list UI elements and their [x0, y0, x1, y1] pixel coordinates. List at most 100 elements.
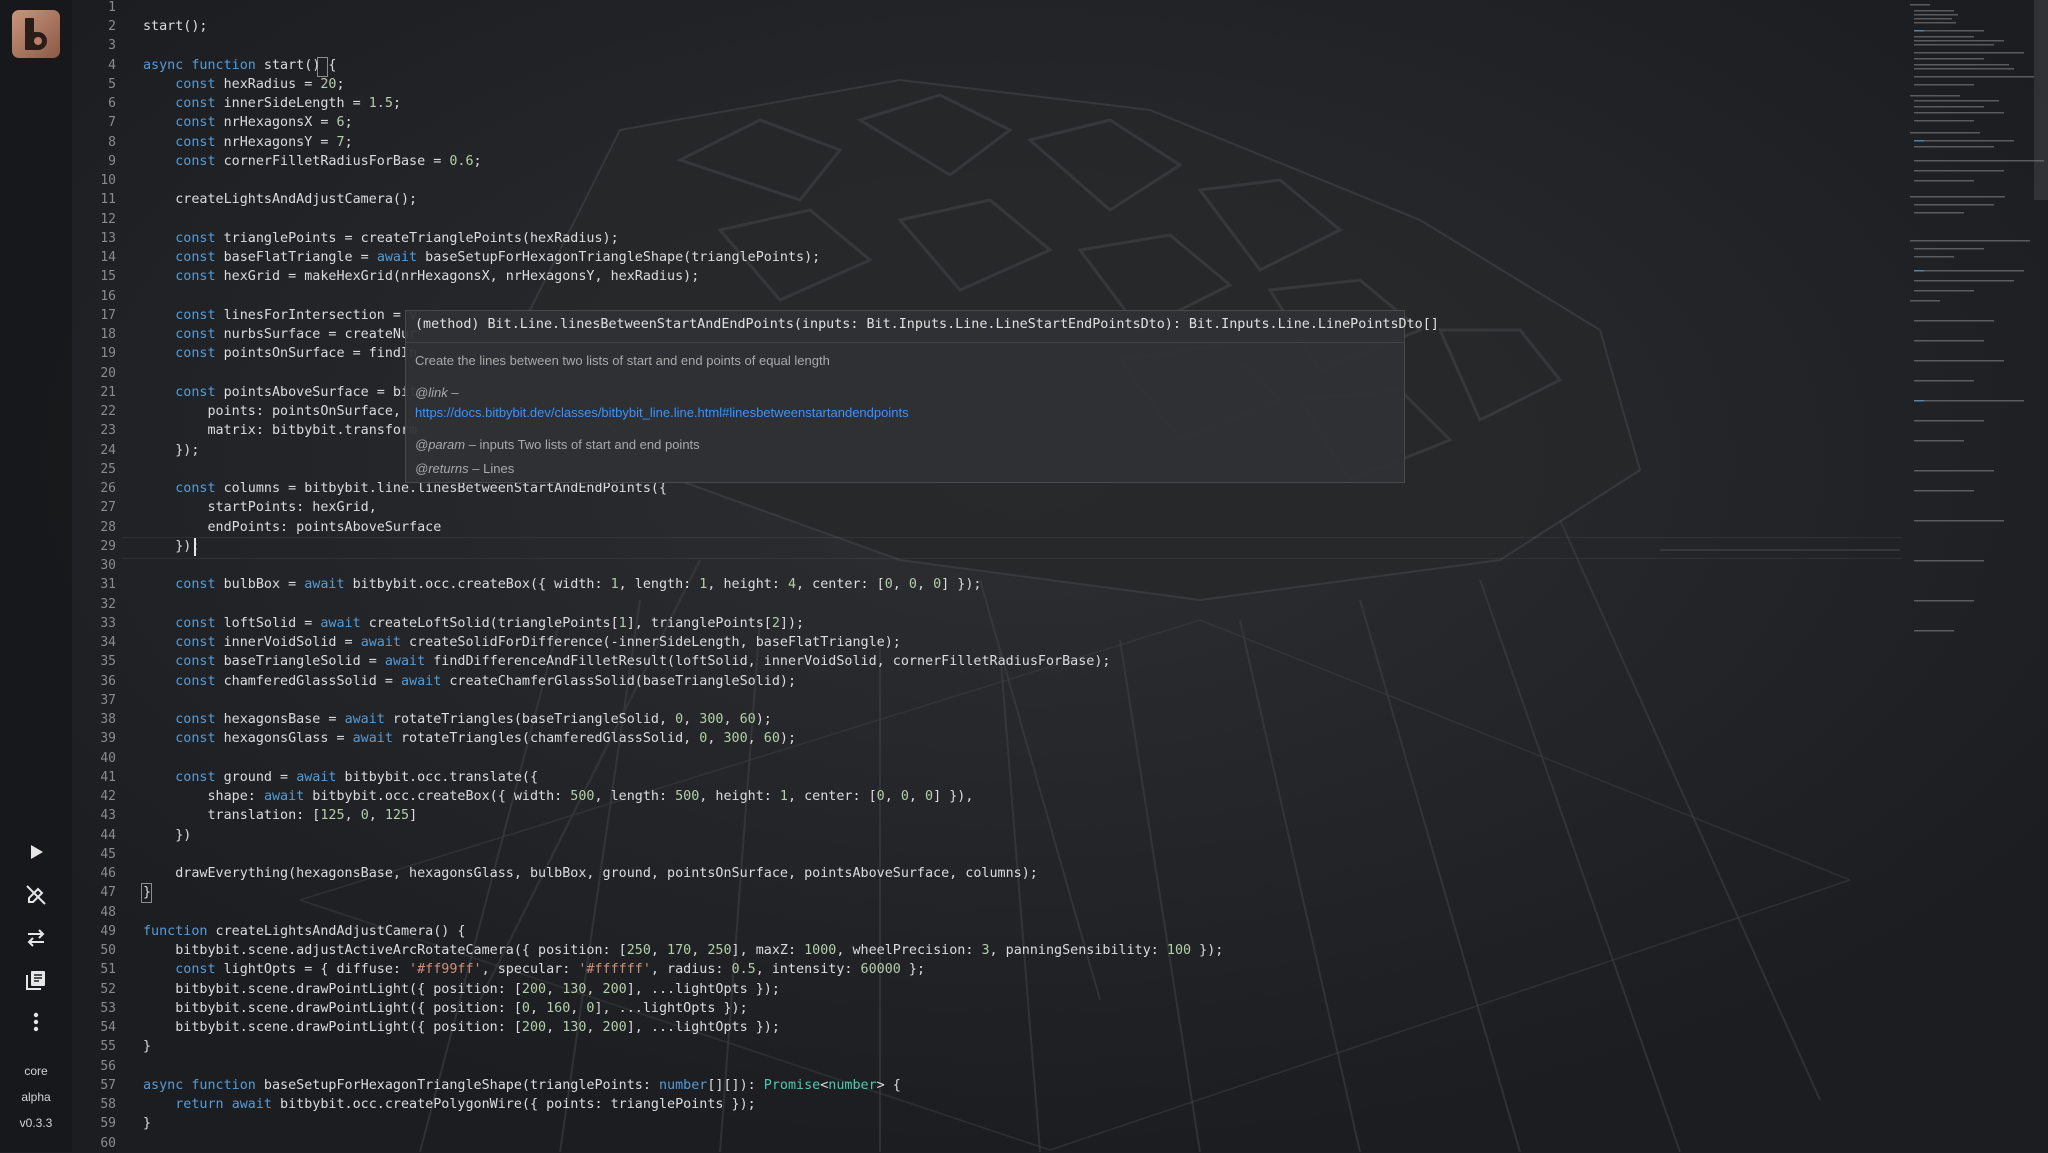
code-line[interactable]: const hexRadius = 20; [143, 75, 344, 94]
code-token: await [304, 577, 345, 593]
code-line[interactable]: bitbybit.scene.adjustActiveArcRotateCame… [143, 941, 1223, 960]
code-line[interactable]: }); [143, 537, 199, 556]
code-token: }); [143, 538, 200, 554]
swap-button[interactable] [18, 920, 54, 956]
bitbybit-logo[interactable] [12, 10, 60, 58]
code-token: const [175, 153, 216, 169]
code-line[interactable]: const baseTriangleSolid = await findDiff… [143, 652, 1110, 671]
code-token: , height: [707, 577, 788, 593]
code-line[interactable]: translation: [125, 0, 125] [143, 806, 417, 825]
code-line[interactable]: const nrHexagonsX = 6; [143, 113, 352, 132]
disable-button[interactable] [18, 877, 54, 913]
run-button[interactable] [18, 834, 54, 870]
code-line[interactable]: } [143, 883, 151, 902]
code-token: ], trianglePoints[ [626, 615, 772, 631]
line-number: 34 [100, 635, 116, 651]
code-token: , [683, 712, 700, 728]
code-token: } [143, 885, 152, 901]
more-button[interactable] [18, 1004, 54, 1040]
code-token: 1 [610, 577, 619, 593]
code-line[interactable]: points: pointsOnSurface, [143, 402, 401, 421]
code-line[interactable]: start(); [143, 17, 208, 36]
code-token: 0 [521, 1000, 530, 1016]
code-line[interactable]: const loftSolid = await createLoftSolid(… [143, 614, 804, 633]
line-number: 53 [100, 1000, 116, 1016]
code-line[interactable]: shape: await bitbybit.occ.createBox({ wi… [143, 787, 973, 806]
code-line[interactable]: } [143, 1037, 151, 1056]
code-line[interactable]: const bulbBox = await bitbybit.occ.creat… [143, 575, 981, 594]
code-line[interactable]: const baseFlatTriangle = await baseSetup… [143, 248, 820, 267]
link-tag: @link [415, 385, 448, 400]
code-token: createLightsAndAdjustCamera(); [143, 192, 418, 208]
code-token: trianglePoints = createTrianglePoints(he… [215, 230, 619, 246]
minimap-slider[interactable] [2034, 0, 2048, 200]
code-line[interactable]: const innerSideLength = 1.5; [143, 94, 401, 113]
code-token: const [175, 962, 216, 978]
code-line[interactable]: const cornerFilletRadiusForBase = 0.6; [143, 152, 481, 171]
code-line[interactable]: drawEverything(hexagonsBase, hexagonsGla… [143, 864, 1038, 883]
code-token: ); [779, 731, 797, 747]
code-token: > { [876, 1077, 901, 1093]
code-line[interactable]: }); [143, 441, 199, 460]
code-line[interactable]: } [143, 1114, 151, 1133]
code-line[interactable]: const linesForIntersection = v [143, 306, 417, 325]
code-token: bitbybit.scene.drawPointLight({ position… [143, 981, 522, 997]
code-token: 2 [771, 615, 780, 631]
code-line[interactable]: const pointsAboveSurface = bit [143, 383, 417, 402]
line-number: 27 [100, 500, 116, 516]
method-description: Create the lines between two lists of st… [415, 353, 830, 368]
code-token: 6 [336, 115, 345, 131]
code-line[interactable]: const trianglePoints = createTrianglePoi… [143, 229, 619, 248]
code-token: 160 [546, 1000, 571, 1016]
code-line[interactable]: bitbybit.scene.drawPointLight({ position… [143, 980, 780, 999]
code-token: , [529, 1000, 547, 1016]
line-number: 24 [100, 442, 116, 458]
code-line[interactable]: const chamferedGlassSolid = await create… [143, 672, 796, 691]
tooltip-divider [406, 342, 1404, 343]
code-line[interactable]: return await bitbybit.occ.createPolygonW… [143, 1095, 755, 1114]
code-line[interactable]: async function start() { [143, 56, 337, 75]
code-line[interactable]: const nrHexagonsY = 7; [143, 133, 352, 152]
line-number: 59 [100, 1116, 116, 1132]
line-number: 41 [100, 769, 116, 785]
code-line[interactable]: const lightOpts = { diffuse: '#ff99ff', … [143, 960, 925, 979]
line-number: 52 [100, 981, 116, 997]
code-token: nurbsSurface = createNur [215, 327, 418, 343]
code-token: 125 [320, 808, 345, 824]
code-token: 0 [933, 577, 942, 593]
code-line[interactable]: const innerVoidSolid = await createSolid… [143, 633, 901, 652]
code-line[interactable]: async function baseSetupForHexagonTriang… [143, 1076, 901, 1095]
code-line[interactable]: }) [143, 826, 191, 845]
link-tag-row: @link – [415, 385, 459, 400]
line-number: 19 [100, 346, 116, 362]
code-line[interactable]: bitbybit.scene.drawPointLight({ position… [143, 1018, 780, 1037]
book-icon [26, 971, 45, 990]
code-token: 60 [739, 712, 756, 728]
code-line[interactable]: matrix: bitbybit.transform [143, 421, 417, 440]
code-line[interactable]: const pointsOnSurface = findIn [143, 344, 417, 363]
code-line[interactable]: function createLightsAndAdjustCamera() { [143, 922, 465, 941]
code-editor[interactable]: start(); async function start() { const h… [143, 0, 1903, 1152]
code-line[interactable]: const ground = await bitbybit.occ.transl… [143, 768, 538, 787]
code-token: 4 [787, 577, 797, 593]
code-line[interactable]: createLightsAndAdjustCamera(); [143, 190, 417, 209]
code-line[interactable]: const nurbsSurface = createNur [143, 325, 417, 344]
line-number: 1 [108, 0, 116, 15]
code-line[interactable]: startPoints: hexGrid, [143, 498, 376, 517]
library-button[interactable] [18, 962, 54, 998]
code-line[interactable]: const hexGrid = makeHexGrid(nrHexagonsX,… [143, 267, 699, 286]
code-line[interactable]: const hexagonsBase = await rotateTriangl… [143, 710, 772, 729]
code-line[interactable]: bitbybit.scene.drawPointLight({ position… [143, 999, 747, 1018]
code-line[interactable]: const hexagonsGlass = await rotateTriang… [143, 729, 796, 748]
code-token: 250 [707, 943, 732, 959]
code-token: 200 [521, 1020, 547, 1036]
code-line[interactable]: endPoints: pointsAboveSurface [143, 518, 441, 537]
documentation-link[interactable]: https://docs.bitbybit.dev/classes/bitbyb… [415, 405, 909, 420]
line-number: 58 [100, 1097, 116, 1113]
code-token: bulbBox = [215, 577, 305, 593]
code-token: , [586, 981, 603, 997]
minimap[interactable] [1900, 0, 2048, 700]
